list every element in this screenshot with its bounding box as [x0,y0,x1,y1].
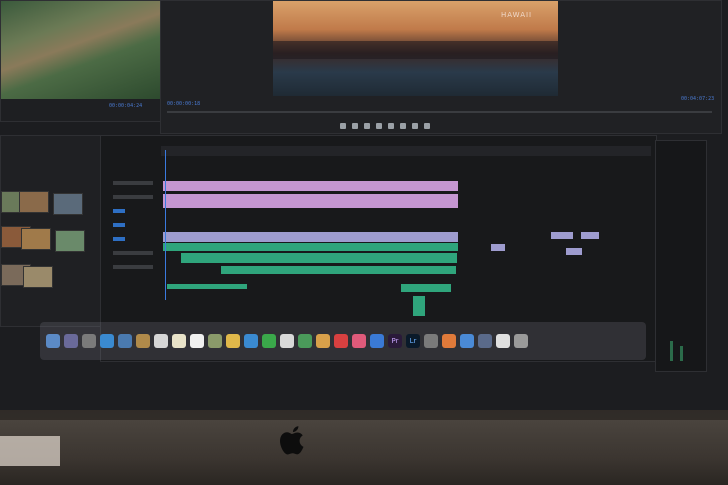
finder-icon[interactable] [46,334,60,348]
overwrite-icon[interactable] [412,123,418,129]
insert-icon[interactable] [400,123,406,129]
video-clip[interactable] [551,232,573,239]
audio-clip[interactable] [181,253,457,263]
video-clip[interactable] [163,232,458,242]
program-monitor: HAWAII 00:00:00:18 00:04:07:23 [160,0,722,134]
keynote-icon[interactable] [316,334,330,348]
numbers-icon[interactable] [298,334,312,348]
audio-clip[interactable] [413,296,425,316]
mark-out-icon[interactable] [352,123,358,129]
pages-icon[interactable] [280,334,294,348]
playhead[interactable] [165,150,166,300]
step-forward-icon[interactable] [388,123,394,129]
premiere-pro-icon[interactable]: Pr [388,334,402,348]
source-timecode: 00:00:04:24 [109,103,143,109]
folder-icon[interactable] [478,334,492,348]
play-icon[interactable] [376,123,382,129]
monitor-screen: 00:00:04:24 HAWAII 00:00:00:18 00:04:07:… [0,0,728,410]
meter-right [680,346,683,361]
mail-icon[interactable] [118,334,132,348]
program-video-frame: HAWAII [273,1,558,96]
trash-icon[interactable] [514,334,528,348]
reminders-icon[interactable] [190,334,204,348]
program-scrub-bar[interactable] [167,111,712,113]
video-overlay-text: HAWAII [501,11,533,19]
apple-logo-icon [278,424,306,458]
news-icon[interactable] [334,334,348,348]
program-timecode-left: 00:00:00:18 [167,101,201,107]
video-clip[interactable] [163,181,458,191]
siri-icon[interactable] [64,334,78,348]
media-thumbnail[interactable] [21,228,51,250]
photos-icon[interactable] [226,334,240,348]
facetime-icon[interactable] [262,334,276,348]
step-back-icon[interactable] [364,123,370,129]
media-thumbnail[interactable] [55,230,85,252]
maps-icon[interactable] [208,334,222,348]
source-video-frame [1,1,161,99]
project-panel [0,135,102,327]
audio-clip[interactable] [167,284,247,289]
background-light [0,436,60,466]
downloads-icon[interactable] [460,334,474,348]
video-clip[interactable] [566,248,582,255]
launchpad-icon[interactable] [82,334,96,348]
mark-in-icon[interactable] [340,123,346,129]
video-clip[interactable] [491,244,505,251]
audio-meters [655,140,707,372]
audio-clip[interactable] [401,284,451,292]
audio-clip[interactable] [163,243,458,251]
safari-icon[interactable] [100,334,114,348]
media-thumbnail[interactable] [53,193,83,215]
export-frame-icon[interactable] [424,123,430,129]
notes-icon[interactable] [172,334,186,348]
photo-scene: 00:00:04:24 HAWAII 00:00:00:18 00:04:07:… [0,0,728,485]
calendar-icon[interactable] [154,334,168,348]
dock: Pr Lr [40,322,646,360]
media-thumbnail[interactable] [23,266,53,288]
transport-controls [340,123,430,129]
video-clip[interactable] [581,232,599,239]
document-icon[interactable] [496,334,510,348]
source-monitor: 00:00:04:24 [0,0,162,122]
app-store-icon[interactable] [370,334,384,348]
timeline-ruler[interactable] [161,146,651,156]
music-icon[interactable] [352,334,366,348]
system-preferences-icon[interactable] [424,334,438,348]
lightroom-icon[interactable]: Lr [406,334,420,348]
app-icon[interactable] [442,334,456,348]
meter-left [670,341,673,361]
audio-clip[interactable] [221,266,456,274]
contacts-icon[interactable] [136,334,150,348]
program-timecode-right: 00:04:07:23 [681,96,715,102]
messages-icon[interactable] [244,334,258,348]
monitor-chin [0,420,728,485]
video-clip[interactable] [163,194,458,208]
media-thumbnail[interactable] [19,191,49,213]
